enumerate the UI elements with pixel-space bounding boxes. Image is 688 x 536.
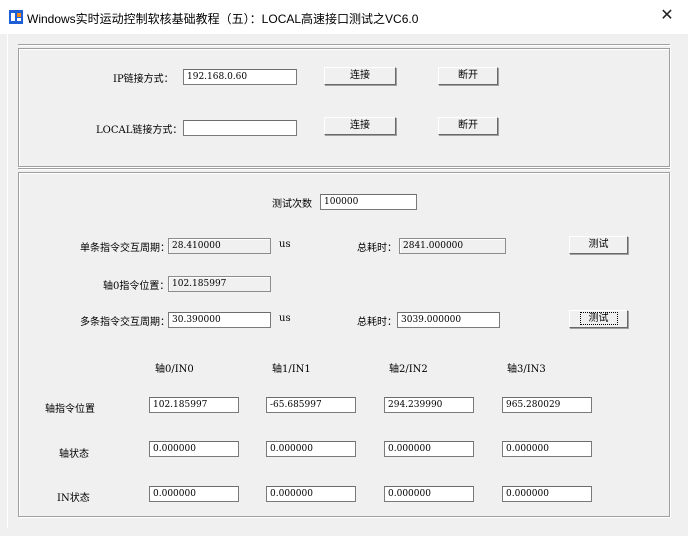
axis3-status-input[interactable]: 0.000000: [502, 441, 592, 457]
test-count-input[interactable]: 100000: [320, 194, 417, 210]
axis1-command-position-input[interactable]: -65.685997: [266, 397, 356, 413]
local-disconnect-button[interactable]: 断开: [438, 117, 498, 135]
row-label-command-position: 轴指令位置: [45, 404, 95, 415]
ip-link-label: IP链接方式：: [113, 74, 174, 85]
local-input[interactable]: [183, 120, 297, 136]
app-icon: [9, 10, 23, 24]
window-title: Windows实时运动控制软核基础教程（五）：LOCAL高速接口测试之VC6.0: [27, 12, 419, 26]
ip-address-input[interactable]: 192.168.0.60: [183, 69, 297, 85]
axis1-status-input[interactable]: 0.000000: [266, 441, 356, 457]
single-cycle-label: 单条指令交互周期：: [80, 243, 170, 254]
axis0-position-label: 轴0指令位置：: [103, 281, 170, 292]
axis0-position-value: 102.185997: [168, 276, 271, 292]
multi-cycle-label: 多条指令交互周期：: [80, 317, 170, 328]
multi-total-value[interactable]: 3039.000000: [397, 312, 500, 328]
in3-status-input[interactable]: 0.000000: [502, 486, 592, 502]
ip-disconnect-button[interactable]: 断开: [438, 67, 498, 85]
test-count-label: 测试次数: [272, 199, 312, 210]
in2-status-input[interactable]: 0.000000: [384, 486, 474, 502]
ip-connect-button[interactable]: 连接: [324, 67, 396, 85]
single-total-label: 总耗时：: [357, 243, 397, 254]
axis0-status-input[interactable]: 0.000000: [149, 441, 239, 457]
single-cycle-value: 28.410000: [168, 238, 271, 254]
row-label-in-status: IN状态: [57, 493, 90, 504]
connection-group-topline: [18, 44, 670, 45]
column-header-axis3: 轴3/IN3: [507, 364, 546, 375]
test-group: [18, 172, 670, 517]
connection-group: [18, 48, 670, 167]
single-unit-label: us: [279, 239, 291, 250]
in0-status-input[interactable]: 0.000000: [149, 486, 239, 502]
column-header-axis1: 轴1/IN1: [272, 364, 311, 375]
column-header-axis2: 轴2/IN2: [389, 364, 428, 375]
multi-test-button-label: 测试: [579, 312, 618, 325]
multi-cycle-value[interactable]: 30.390000: [168, 312, 271, 328]
test-group-topline: [18, 168, 670, 169]
multi-total-label: 总耗时：: [357, 317, 397, 328]
single-total-value: 2841.000000: [399, 238, 506, 254]
multi-test-button[interactable]: 测试: [569, 310, 628, 328]
axis0-command-position-input[interactable]: 102.185997: [149, 397, 239, 413]
column-header-axis0: 轴0/IN0: [155, 364, 194, 375]
axis2-command-position-input[interactable]: 294.239990: [384, 397, 474, 413]
axis3-command-position-input[interactable]: 965.280029: [502, 397, 592, 413]
title-bar[interactable]: Windows实时运动控制软核基础教程（五）：LOCAL高速接口测试之VC6.0…: [0, 0, 688, 34]
local-link-label: LOCAL链接方式：: [96, 125, 183, 136]
multi-unit-label: us: [279, 313, 291, 324]
in1-status-input[interactable]: 0.000000: [266, 486, 356, 502]
close-icon[interactable]: ✕: [655, 4, 679, 28]
axis2-status-input[interactable]: 0.000000: [384, 441, 474, 457]
row-label-axis-status: 轴状态: [59, 449, 89, 460]
single-test-button[interactable]: 测试: [569, 236, 628, 254]
local-connect-button[interactable]: 连接: [324, 117, 396, 135]
